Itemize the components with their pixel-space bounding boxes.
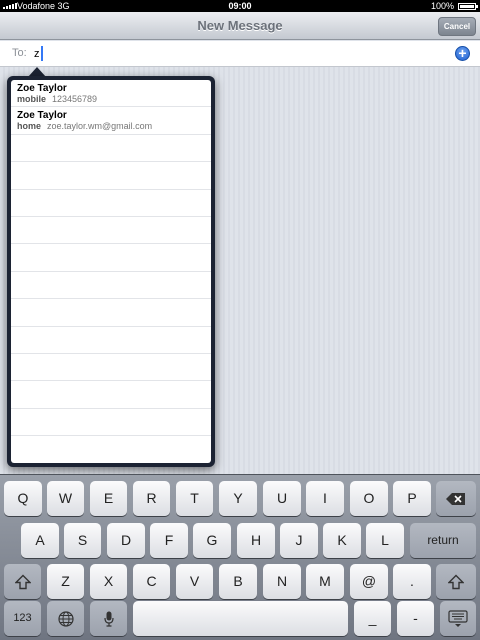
add-contact-icon[interactable]: +: [455, 46, 470, 61]
key-d[interactable]: D: [107, 523, 145, 558]
recipient-input[interactable]: [34, 45, 334, 63]
shift-icon[interactable]: [436, 564, 476, 599]
key-f[interactable]: F: [150, 523, 188, 558]
shift-icon[interactable]: [4, 564, 41, 599]
battery-percentage: 100%: [430, 1, 454, 11]
key-at[interactable]: @: [350, 564, 388, 599]
key-t[interactable]: T: [176, 481, 213, 516]
status-bar: Vodafone 3G 09:00 100%: [0, 0, 480, 12]
key-i[interactable]: I: [306, 481, 344, 516]
empty-row: [11, 299, 211, 327]
on-screen-keyboard: Q W E R T Y U I O P A S D F G H J K L re…: [0, 474, 480, 640]
empty-row: [11, 217, 211, 245]
key-q[interactable]: Q: [4, 481, 42, 516]
empty-row: [11, 381, 211, 409]
key-p[interactable]: P: [393, 481, 431, 516]
empty-row: [11, 162, 211, 190]
contact-name: Zoe Taylor: [17, 83, 67, 94]
navigation-bar: New Message Cancel: [0, 12, 480, 40]
clock: 09:00: [228, 1, 252, 11]
text-cursor: [41, 46, 43, 61]
key-u[interactable]: U: [263, 481, 301, 516]
contact-name: Zoe Taylor: [17, 110, 67, 122]
key-j[interactable]: J: [280, 523, 318, 558]
return-key[interactable]: return: [410, 523, 476, 558]
empty-row: [11, 327, 211, 354]
recipient-row: To: +: [0, 41, 480, 67]
microphone-icon[interactable]: [90, 601, 127, 636]
contact-suggestion[interactable]: Zoe Taylor home zoe.taylor.wm@gmail.com: [11, 107, 211, 135]
contact-value: zoe.taylor.wm@gmail.com: [47, 121, 153, 132]
page-title: New Message: [197, 18, 283, 33]
key-g[interactable]: G: [193, 523, 231, 558]
contact-type: home: [17, 121, 42, 132]
key-a[interactable]: A: [21, 523, 59, 558]
key-z[interactable]: Z: [47, 564, 84, 599]
key-n[interactable]: N: [263, 564, 301, 599]
key-e[interactable]: E: [90, 481, 127, 516]
cancel-button[interactable]: Cancel: [438, 17, 476, 36]
key-y[interactable]: Y: [219, 481, 257, 516]
key-k[interactable]: K: [323, 523, 361, 558]
empty-row: [11, 436, 211, 463]
battery-icon: [458, 3, 478, 10]
empty-row: [11, 190, 211, 217]
key-h[interactable]: H: [237, 523, 275, 558]
key-v[interactable]: V: [176, 564, 213, 599]
key-o[interactable]: O: [350, 481, 388, 516]
key-w[interactable]: W: [47, 481, 84, 516]
globe-icon[interactable]: [47, 601, 84, 636]
keyboard-dismiss-icon[interactable]: [440, 601, 476, 636]
empty-row: [11, 354, 211, 382]
key-s[interactable]: S: [64, 523, 101, 558]
empty-row: [11, 409, 211, 437]
numbers-key[interactable]: 123: [4, 601, 41, 636]
key-r[interactable]: R: [133, 481, 170, 516]
key-x[interactable]: X: [90, 564, 127, 599]
key-m[interactable]: M: [306, 564, 344, 599]
contact-suggestions-list: Zoe Taylor mobile 123456789 Zoe Taylor ho…: [11, 80, 211, 463]
space-bar[interactable]: [133, 601, 348, 636]
key-c[interactable]: C: [133, 564, 170, 599]
to-label: To:: [12, 47, 27, 59]
key-period[interactable]: .: [393, 564, 431, 599]
empty-row: [11, 244, 211, 272]
key-l[interactable]: L: [366, 523, 404, 558]
empty-row: [11, 272, 211, 300]
contact-type: mobile: [17, 94, 47, 104]
backspace-icon[interactable]: [436, 481, 476, 516]
contact-suggestions-popover: Zoe Taylor mobile 123456789 Zoe Taylor ho…: [7, 76, 215, 467]
contact-value: 123456789: [52, 94, 98, 104]
key-underscore[interactable]: _: [354, 601, 391, 636]
empty-row: [11, 135, 211, 163]
key-dash[interactable]: -: [397, 601, 434, 636]
contact-suggestion[interactable]: Zoe Taylor mobile 123456789: [11, 80, 211, 108]
key-b[interactable]: B: [219, 564, 257, 599]
